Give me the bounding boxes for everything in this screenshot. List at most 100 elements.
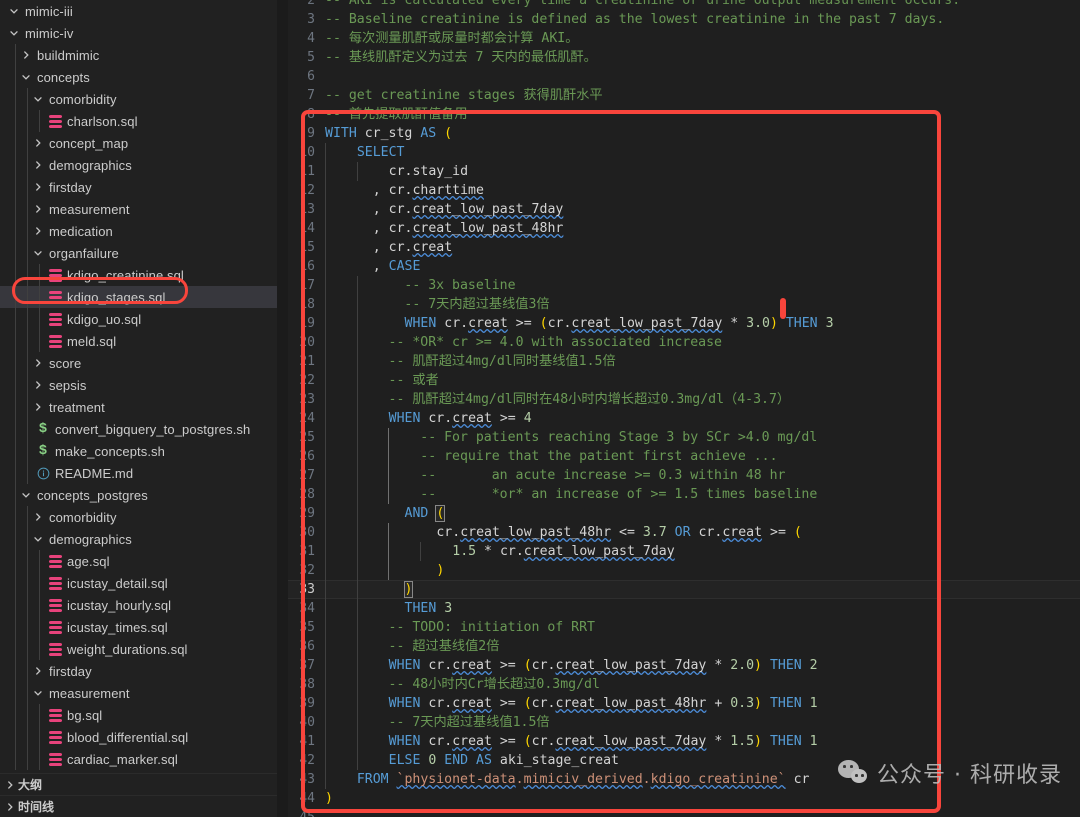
tree-item-readme-md[interactable]: README.md xyxy=(0,462,277,484)
code-line[interactable]: 33 ) xyxy=(288,580,1080,599)
code-line[interactable]: 40 -- 7天内超过基线值1.5倍 xyxy=(288,713,1080,732)
code-line[interactable]: 41 WHEN cr.creat >= (cr.creat_low_past_7… xyxy=(288,732,1080,751)
tree-item-sepsis[interactable]: sepsis xyxy=(0,374,277,396)
tree-item-firstday[interactable]: firstday xyxy=(0,660,277,682)
tree-item-weight-durations-sql[interactable]: weight_durations.sql xyxy=(0,638,277,660)
tree-item-measurement[interactable]: measurement xyxy=(0,198,277,220)
code-line[interactable]: 12 , cr.charttime xyxy=(288,181,1080,200)
tree-item-kdigo-stages-sql[interactable]: kdigo_stages.sql xyxy=(0,286,277,308)
tree-item-concepts-postgres[interactable]: concepts_postgres xyxy=(0,484,277,506)
code-line[interactable]: 30 cr.creat_low_past_48hr <= 3.7 OR cr.c… xyxy=(288,523,1080,542)
tree-item-buildmimic[interactable]: buildmimic xyxy=(0,44,277,66)
tree-item-kdigo-uo-sql[interactable]: kdigo_uo.sql xyxy=(0,308,277,330)
tree-item-treatment[interactable]: treatment xyxy=(0,396,277,418)
chevron-down-icon[interactable] xyxy=(30,528,46,550)
chevron-right-icon[interactable] xyxy=(30,660,46,682)
chevron-right-icon[interactable] xyxy=(30,132,46,154)
chevron-down-icon[interactable] xyxy=(30,682,46,704)
tree-item-icustay-times-sql[interactable]: icustay_times.sql xyxy=(0,616,277,638)
code-surface[interactable]: 2 -- AKI is calculated every time a creat… xyxy=(288,0,1080,817)
tree-item-firstday[interactable]: firstday xyxy=(0,176,277,198)
code-line[interactable]: 31 1.5 * cr.creat_low_past_7day xyxy=(288,542,1080,561)
code-line[interactable]: 39 WHEN cr.creat >= (cr.creat_low_past_4… xyxy=(288,694,1080,713)
chevron-right-icon[interactable] xyxy=(30,220,46,242)
code-line[interactable]: 34 THEN 3 xyxy=(288,599,1080,618)
code-line[interactable]: 36 -- 超过基线值2倍 xyxy=(288,637,1080,656)
chevron-right-icon[interactable] xyxy=(30,352,46,374)
code-line[interactable]: 25 -- For patients reaching Stage 3 by S… xyxy=(288,428,1080,447)
code-line[interactable]: 10 SELECT xyxy=(288,143,1080,162)
code-line[interactable]: 32 ) xyxy=(288,561,1080,580)
code-editor[interactable]: 2 -- AKI is calculated every time a creat… xyxy=(288,0,1080,817)
panel-timeline[interactable]: 时间线 xyxy=(0,795,277,817)
chevron-down-icon[interactable] xyxy=(6,22,22,44)
code-line[interactable]: 42 ELSE 0 END AS aki_stage_creat xyxy=(288,751,1080,770)
tree-item-make-concepts-sh[interactable]: $ make_concepts.sh xyxy=(0,440,277,462)
code-line[interactable]: 15 , cr.creat xyxy=(288,238,1080,257)
tree-item-meld-sql[interactable]: meld.sql xyxy=(0,330,277,352)
code-line[interactable]: 2 -- AKI is calculated every time a creat… xyxy=(288,0,1080,10)
code-line[interactable]: 43 FROM `physionet-data.mimiciv_derived.… xyxy=(288,770,1080,789)
tree-item-mimic-iv[interactable]: mimic-iv xyxy=(0,22,277,44)
chevron-right-icon[interactable] xyxy=(30,154,46,176)
code-line[interactable]: 28 -- *or* an increase of >= 1.5 times b… xyxy=(288,485,1080,504)
code-line[interactable]: 17 -- 3x baseline xyxy=(288,276,1080,295)
code-line[interactable]: 6 xyxy=(288,67,1080,86)
tree-item-medication[interactable]: medication xyxy=(0,220,277,242)
tree-item-age-sql[interactable]: age.sql xyxy=(0,550,277,572)
chevron-right-icon[interactable] xyxy=(30,374,46,396)
code-line[interactable]: 44) xyxy=(288,789,1080,808)
tree-item-score[interactable]: score xyxy=(0,352,277,374)
code-line[interactable]: 29 AND ( xyxy=(288,504,1080,523)
tree-item-comorbidity[interactable]: comorbidity xyxy=(0,506,277,528)
code-line[interactable]: 24 WHEN cr.creat >= 4 xyxy=(288,409,1080,428)
tree-item-blood-differential-sql[interactable]: blood_differential.sql xyxy=(0,726,277,748)
code-line[interactable]: 3 -- Baseline creatinine is defined as th… xyxy=(288,10,1080,29)
chevron-down-icon[interactable] xyxy=(30,88,46,110)
code-line[interactable]: 5 -- 基线肌酐定义为过去 7 天内的最低肌酐。 xyxy=(288,48,1080,67)
chevron-right-icon[interactable] xyxy=(30,198,46,220)
code-line[interactable]: 14 , cr.creat_low_past_48hr xyxy=(288,219,1080,238)
panel-outline[interactable]: 大纲 xyxy=(0,773,277,795)
code-line[interactable]: 19 WHEN cr.creat >= (cr.creat_low_past_7… xyxy=(288,314,1080,333)
tree-item-demographics[interactable]: demographics xyxy=(0,528,277,550)
chevron-down-icon[interactable] xyxy=(30,242,46,264)
tree-item-comorbidity[interactable]: comorbidity xyxy=(0,88,277,110)
code-line[interactable]: 27 -- an acute increase >= 0.3 within 48… xyxy=(288,466,1080,485)
tree-item-demographics[interactable]: demographics xyxy=(0,154,277,176)
tree-item-cardiac-marker-sql[interactable]: cardiac_marker.sql xyxy=(0,748,277,770)
tree-item-charlson-sql[interactable]: charlson.sql xyxy=(0,110,277,132)
code-line[interactable]: 18 -- 7天内超过基线值3倍 xyxy=(288,295,1080,314)
code-line[interactable]: 22 -- 或者 xyxy=(288,371,1080,390)
tree-item-organfailure[interactable]: organfailure xyxy=(0,242,277,264)
code-line[interactable]: 13 , cr.creat_low_past_7day xyxy=(288,200,1080,219)
tree-item-convert-bigquery-to-postgres-sh[interactable]: $ convert_bigquery_to_postgres.sh xyxy=(0,418,277,440)
tree-item-measurement[interactable]: measurement xyxy=(0,682,277,704)
code-line[interactable]: 26 -- require that the patient first ach… xyxy=(288,447,1080,466)
code-line[interactable]: 7 -- get creatinine stages 获得肌酐水平 xyxy=(288,86,1080,105)
chevron-right-icon[interactable] xyxy=(30,396,46,418)
code-line[interactable]: 8 -- 首先提取肌酐值备用 xyxy=(288,105,1080,124)
code-line[interactable]: 9 WITH cr_stg AS ( xyxy=(288,124,1080,143)
tree-item-bg-sql[interactable]: bg.sql xyxy=(0,704,277,726)
code-line[interactable]: 37 WHEN cr.creat >= (cr.creat_low_past_7… xyxy=(288,656,1080,675)
code-line[interactable]: 45 xyxy=(288,808,1080,817)
chevron-down-icon[interactable] xyxy=(6,0,22,22)
code-line[interactable]: 20 -- *OR* cr >= 4.0 with associated inc… xyxy=(288,333,1080,352)
code-line[interactable]: 4 -- 每次测量肌酐或尿量时都会计算 AKI。 xyxy=(288,29,1080,48)
code-line[interactable]: 11 cr.stay_id xyxy=(288,162,1080,181)
chevron-right-icon[interactable] xyxy=(30,176,46,198)
code-line[interactable]: 23 -- 肌酐超过4mg/dl同时在48小时内增长超过0.3mg/dl（4-3… xyxy=(288,390,1080,409)
tree-item-concept-map[interactable]: concept_map xyxy=(0,132,277,154)
tree-item-icustay-detail-sql[interactable]: icustay_detail.sql xyxy=(0,572,277,594)
tree-item-mimic-iii[interactable]: mimic-iii xyxy=(0,0,277,22)
chevron-right-icon[interactable] xyxy=(18,44,34,66)
chevron-down-icon[interactable] xyxy=(18,484,34,506)
tree-item-kdigo-creatinine-sql[interactable]: kdigo_creatinine.sql xyxy=(0,264,277,286)
code-line[interactable]: 16 , CASE xyxy=(288,257,1080,276)
code-line[interactable]: 21 -- 肌酐超过4mg/dl同时基线值1.5倍 xyxy=(288,352,1080,371)
tree-item-icustay-hourly-sql[interactable]: icustay_hourly.sql xyxy=(0,594,277,616)
tree-item-concepts[interactable]: concepts xyxy=(0,66,277,88)
chevron-down-icon[interactable] xyxy=(18,66,34,88)
chevron-right-icon[interactable] xyxy=(30,506,46,528)
